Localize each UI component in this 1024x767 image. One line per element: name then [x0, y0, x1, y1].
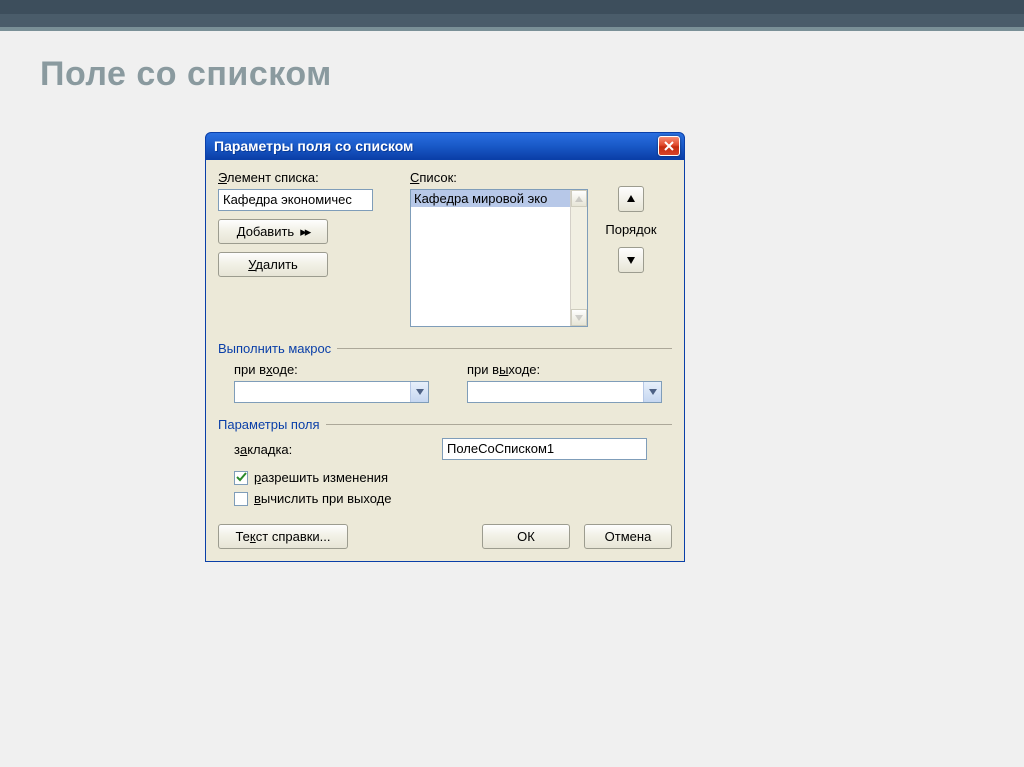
macro-exit-label: при выходе:	[467, 362, 672, 377]
move-up-button[interactable]	[618, 186, 644, 212]
close-button[interactable]	[658, 136, 680, 156]
allow-changes-label: разрешить изменения	[254, 470, 388, 485]
app-topbar	[0, 0, 1024, 31]
scrollbar[interactable]	[570, 190, 587, 326]
calc-on-exit-checkbox[interactable]	[234, 492, 248, 506]
page-title: Поле со списком	[40, 55, 332, 94]
calc-on-exit-label: вычислить при выходе	[254, 491, 391, 506]
chevron-down-icon[interactable]	[643, 382, 661, 402]
dialog-body: Элемент списка: Кафедра экономичес Добав…	[205, 160, 685, 562]
element-input[interactable]: Кафедра экономичес	[218, 189, 373, 211]
move-down-button[interactable]	[618, 247, 644, 273]
dialog: Параметры поля со списком Элемент списка…	[205, 132, 685, 562]
add-button[interactable]: Добавить ▸▸	[218, 219, 328, 244]
arrow-right-icon: ▸▸	[300, 224, 309, 240]
delete-button[interactable]: Удалить	[218, 252, 328, 277]
list-item[interactable]: Кафедра мировой эко	[411, 190, 587, 207]
cancel-button[interactable]: Отмена	[584, 524, 672, 549]
list-box[interactable]: Кафедра мировой эко	[410, 189, 588, 327]
macro-entry-combo[interactable]	[234, 381, 429, 403]
arrow-down-icon	[626, 255, 636, 265]
help-text-button[interactable]: Текст справки...	[218, 524, 348, 549]
macros-header: Выполнить макрос	[218, 341, 672, 356]
ok-button[interactable]: ОК	[482, 524, 570, 549]
scroll-up-button[interactable]	[571, 190, 587, 207]
scroll-down-button[interactable]	[571, 309, 587, 326]
list-label: Список:	[410, 170, 590, 185]
chevron-down-icon[interactable]	[410, 382, 428, 402]
params-header: Параметры поля	[218, 417, 672, 432]
order-label: Порядок	[605, 222, 656, 237]
dialog-titlebar[interactable]: Параметры поля со списком	[205, 132, 685, 160]
macro-entry-label: при входе:	[234, 362, 439, 377]
element-label: Элемент списка:	[218, 170, 410, 185]
bookmark-label: закладка:	[234, 442, 442, 457]
dialog-title: Параметры поля со списком	[214, 138, 413, 154]
close-icon	[664, 141, 674, 151]
bookmark-input[interactable]: ПолеСоСписком1	[442, 438, 647, 460]
arrow-up-icon	[626, 194, 636, 204]
allow-changes-checkbox[interactable]	[234, 471, 248, 485]
check-icon	[236, 472, 247, 483]
macro-exit-combo[interactable]	[467, 381, 662, 403]
